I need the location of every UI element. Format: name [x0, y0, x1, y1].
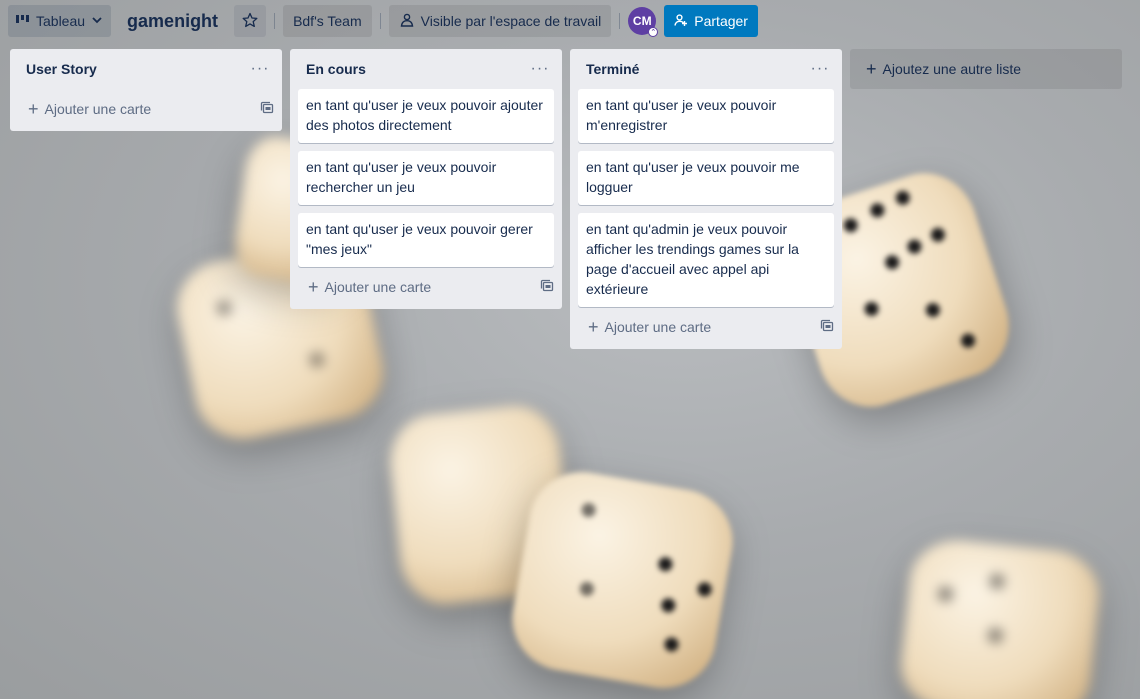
workspace-team-button[interactable]: Bdf's Team	[283, 5, 372, 37]
list-header: User Story ···	[10, 49, 282, 89]
list-title[interactable]: En cours	[306, 61, 366, 77]
avatar-initials: CM	[632, 14, 652, 28]
add-list-button[interactable]: + Ajoutez une autre liste	[850, 49, 1122, 89]
header-divider	[274, 13, 276, 29]
create-from-template-icon[interactable]	[820, 319, 834, 336]
view-switcher-button[interactable]: Tableau	[8, 5, 112, 37]
card[interactable]: en tant qu'user je veux pouvoir me loggu…	[578, 151, 834, 205]
header-divider	[379, 13, 381, 29]
card-list: en tant qu'user je veux pouvoir ajouter …	[290, 89, 562, 267]
list-header: En cours ···	[290, 49, 562, 89]
plus-icon: +	[588, 317, 599, 337]
admin-badge-icon: ⌃	[648, 27, 659, 37]
card[interactable]: en tant qu'admin je veux pouvoir affiche…	[578, 213, 834, 307]
list-termine: Terminé ··· en tant qu'user je veux pouv…	[570, 49, 842, 349]
add-list-label: Ajoutez une autre liste	[882, 61, 1022, 77]
list-header: Terminé ···	[570, 49, 842, 89]
add-card-button[interactable]: + Ajouter une carte	[570, 309, 842, 345]
plus-icon: +	[308, 277, 319, 297]
add-card-label: Ajouter une carte	[324, 279, 432, 295]
add-card-label: Ajouter une carte	[604, 319, 712, 335]
view-switcher-label: Tableau	[36, 13, 86, 29]
list-title[interactable]: User Story	[26, 61, 97, 77]
card[interactable]: en tant qu'user je veux pouvoir recherch…	[298, 151, 554, 205]
board-view-icon	[16, 13, 30, 29]
member-avatar[interactable]: CM ⌃	[628, 7, 659, 37]
share-button[interactable]: Partager	[664, 5, 758, 37]
add-member-icon	[674, 13, 688, 30]
share-label: Partager	[694, 13, 748, 29]
workspace-visibility-icon	[399, 12, 415, 31]
plus-icon: +	[866, 59, 877, 79]
visibility-button[interactable]: Visible par l'espace de travail	[388, 5, 612, 37]
list-en-cours: En cours ··· en tant qu'user je veux pou…	[290, 49, 562, 309]
board-canvas: User Story ··· + Ajouter une carte En co…	[10, 49, 1122, 349]
more-options-icon[interactable]: ···	[526, 55, 554, 83]
add-card-label: Ajouter une carte	[44, 101, 152, 117]
board-title[interactable]: gamenight	[119, 11, 226, 32]
add-card-button[interactable]: + Ajouter une carte	[290, 269, 562, 305]
card-list: en tant qu'user je veux pouvoir m'enregi…	[570, 89, 842, 307]
add-card-button[interactable]: + Ajouter une carte	[10, 91, 282, 127]
header-divider	[619, 13, 621, 29]
star-icon	[242, 12, 258, 31]
list-title[interactable]: Terminé	[586, 61, 639, 77]
card[interactable]: en tant qu'user je veux pouvoir m'enregi…	[578, 89, 834, 143]
more-options-icon[interactable]: ···	[806, 55, 834, 83]
card[interactable]: en tant qu'user je veux pouvoir ajouter …	[298, 89, 554, 143]
card[interactable]: en tant qu'user je veux pouvoir gerer "m…	[298, 213, 554, 267]
star-board-button[interactable]	[234, 5, 267, 37]
die-image	[896, 535, 1104, 699]
create-from-template-icon[interactable]	[260, 101, 274, 118]
plus-icon: +	[28, 99, 39, 119]
board-header: Tableau gamenight Bdf's Team Visible par…	[0, 0, 1140, 42]
visibility-label: Visible par l'espace de travail	[420, 13, 602, 29]
more-options-icon[interactable]: ···	[246, 55, 274, 83]
workspace-team-label: Bdf's Team	[293, 13, 362, 29]
list-user-story: User Story ··· + Ajouter une carte	[10, 49, 282, 131]
chevron-down-icon	[91, 13, 103, 29]
create-from-template-icon[interactable]	[540, 279, 554, 296]
die-image	[504, 463, 741, 697]
